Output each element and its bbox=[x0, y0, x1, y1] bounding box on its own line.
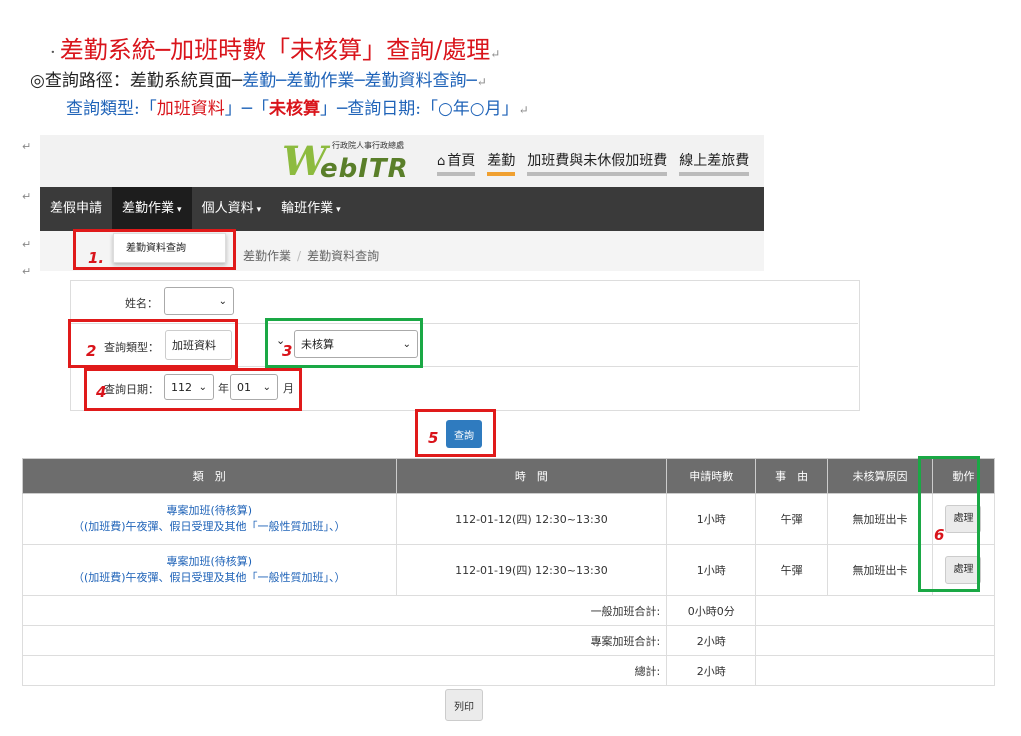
annotation-box-6 bbox=[918, 456, 980, 592]
paragraph-mark: ↵ bbox=[22, 265, 32, 278]
summary-row: 總計: 2小時 bbox=[21, 655, 995, 686]
annotation-number-4: 4 bbox=[96, 383, 107, 401]
top-nav-home[interactable]: ⌂ 首頁 bbox=[437, 150, 476, 176]
summary-label: 一般加班合計: bbox=[21, 595, 668, 626]
summary-label: 總計: bbox=[21, 655, 668, 686]
menu-shift-work[interactable]: 輪班作業 ▾ bbox=[271, 187, 351, 231]
summary-label: 專案加班合計: bbox=[21, 625, 668, 656]
breadcrumb: 差勤作業 / 差勤資料查詢 bbox=[243, 249, 380, 263]
summary-row: 一般加班合計: 0小時0分 bbox=[21, 595, 995, 626]
annotation-number-6: 6 bbox=[934, 526, 945, 544]
cell-category: 專案加班(待核算) （(加班費)午夜彈、假日受理及其他「一般性質加班」、） bbox=[22, 544, 397, 596]
summary-empty bbox=[755, 625, 995, 656]
top-nav-travel-expense[interactable]: 線上差旅費 bbox=[679, 150, 750, 176]
chevron-down-icon: ⌄ bbox=[218, 295, 227, 307]
paragraph-mark: ↵ bbox=[22, 140, 32, 153]
annotation-number-2: 2 bbox=[86, 342, 97, 360]
col-header-hours: 申請時數 bbox=[666, 458, 757, 494]
cell-hours: 1小時 bbox=[666, 544, 757, 596]
table-row: 專案加班(待核算) （(加班費)午夜彈、假日受理及其他「一般性質加班」、） 112… bbox=[22, 493, 996, 545]
paragraph-mark: ↵ bbox=[22, 238, 32, 251]
summary-value: 2小時 bbox=[666, 655, 757, 686]
annotation-number-3: 3 bbox=[282, 342, 293, 360]
summary-empty bbox=[755, 655, 995, 686]
summary-value: 0小時0分 bbox=[666, 595, 757, 626]
query-type-line: 查詢類型:「加班資料」─「未核算」─查詢日期:「○年○月」↵ bbox=[66, 99, 529, 119]
top-nav-overtime-pay[interactable]: 加班費與未休假加班費 bbox=[527, 150, 668, 176]
menu-personal-data[interactable]: 個人資料 ▾ bbox=[192, 187, 272, 231]
cell-uncalculated-reason: 無加班出卡 bbox=[827, 493, 933, 545]
caret-down-icon: ▾ bbox=[177, 205, 182, 215]
summary-row: 專案加班合計: 2小時 bbox=[21, 625, 995, 656]
summary-value: 2小時 bbox=[666, 625, 757, 656]
name-label: 姓名： bbox=[125, 297, 158, 310]
document-title: · 差勤系統─加班時數「未核算」查詢/處理↵ bbox=[50, 36, 501, 64]
paragraph-mark: ↵ bbox=[22, 190, 32, 203]
cell-uncalculated-reason: 無加班出卡 bbox=[827, 544, 933, 596]
summary-empty bbox=[755, 595, 995, 626]
top-nav-attendance[interactable]: 差勤 bbox=[487, 150, 516, 176]
name-select[interactable]: ⌄ bbox=[164, 287, 234, 315]
cell-reason: 午彈 bbox=[755, 544, 829, 596]
col-header-uncalculated-reason: 未核算原因 bbox=[827, 458, 933, 494]
table-header-row: 類 別 時 間 申請時數 事 由 未核算原因 動作 bbox=[22, 458, 996, 494]
annotation-number-5: 5 bbox=[428, 429, 439, 447]
print-button[interactable]: 列印 bbox=[445, 689, 483, 721]
home-icon: ⌂ bbox=[437, 154, 446, 169]
breadcrumb-item: 差勤資料查詢 bbox=[307, 249, 380, 263]
table-row: 專案加班(待核算) （(加班費)午夜彈、假日受理及其他「一般性質加班」、） 112… bbox=[22, 544, 996, 596]
menu-leave-application[interactable]: 差假申請 bbox=[40, 187, 112, 231]
col-header-time: 時 間 bbox=[395, 458, 668, 494]
menu-attendance-work[interactable]: 差勤作業 ▾ bbox=[112, 187, 192, 231]
col-header-reason: 事 由 bbox=[755, 458, 829, 494]
cell-category: 專案加班(待核算) （(加班費)午夜彈、假日受理及其他「一般性質加班」、） bbox=[22, 493, 397, 545]
annotation-box-4 bbox=[84, 368, 302, 411]
webitr-header: 行政院人事行政總處 W ebITR ⌂ 首頁 差勤 加班費與未休假加班費 線上差旅… bbox=[40, 135, 764, 187]
caret-down-icon: ▾ bbox=[256, 205, 262, 215]
webitr-logo[interactable]: 行政院人事行政總處 W ebITR bbox=[282, 138, 412, 185]
cell-time: 112-01-12(四) 12:30~13:30 bbox=[395, 493, 668, 545]
query-path-line: ◎查詢路徑：差勤系統頁面─差勤─差勤作業─差勤資料查詢─↵ bbox=[30, 71, 487, 91]
main-menu-bar: 差假申請 差勤作業 ▾ 個人資料 ▾ 輪班作業 ▾ bbox=[40, 187, 764, 231]
col-header-category: 類 別 bbox=[22, 458, 397, 494]
cell-time: 112-01-19(四) 12:30~13:30 bbox=[395, 544, 668, 596]
caret-down-icon: ▾ bbox=[336, 205, 341, 215]
annotation-number-1: 1. bbox=[88, 249, 105, 267]
breadcrumb-item[interactable]: 差勤作業 bbox=[243, 249, 291, 263]
cell-reason: 午彈 bbox=[755, 493, 829, 545]
results-table: 類 別 時 間 申請時數 事 由 未核算原因 動作 專案加班(待核算) （(加班費… bbox=[21, 458, 996, 686]
cell-hours: 1小時 bbox=[666, 493, 757, 545]
top-nav: ⌂ 首頁 差勤 加班費與未休假加班費 線上差旅費 bbox=[437, 150, 750, 176]
